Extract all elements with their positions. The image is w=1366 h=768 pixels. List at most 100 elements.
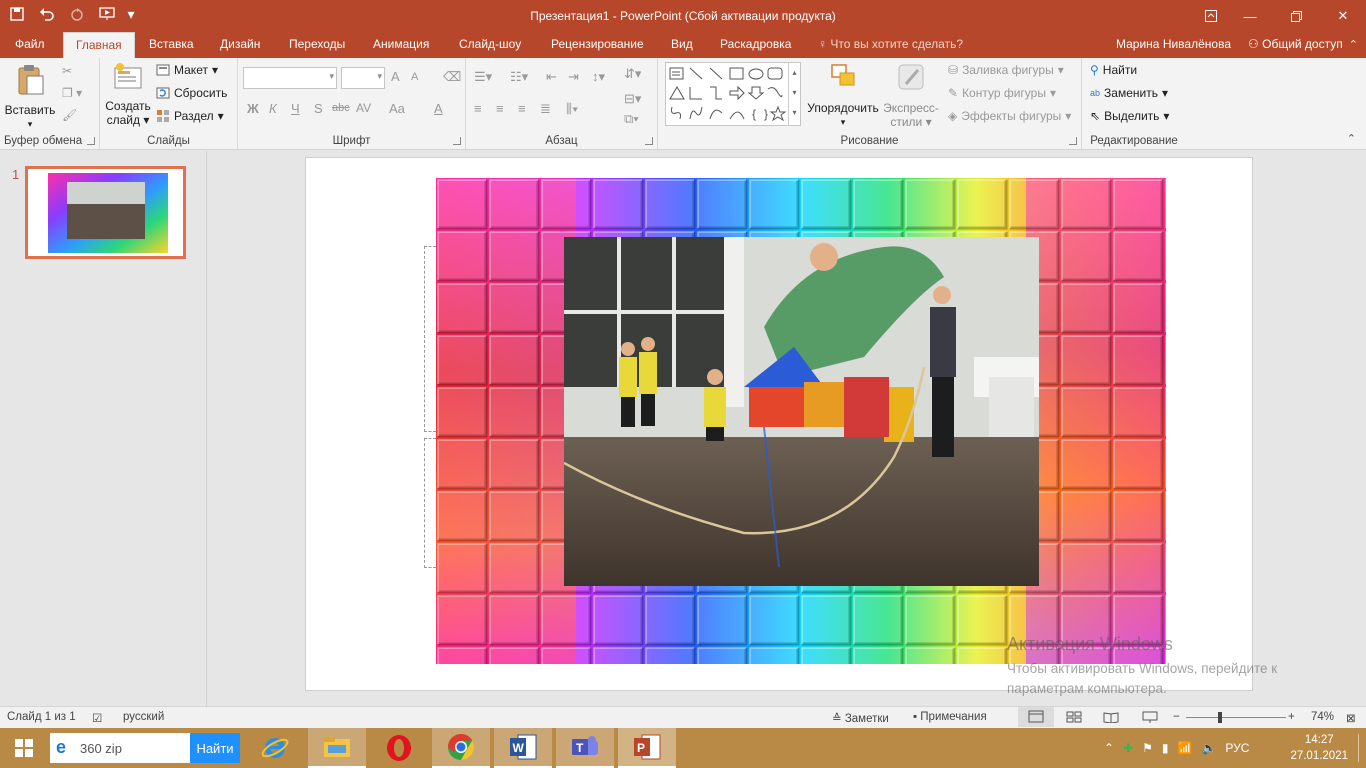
font-name-box[interactable]: ▾ — [243, 67, 337, 89]
text-direction-icon[interactable]: ⇵▾ — [624, 66, 641, 82]
tab-animations[interactable]: Анимация — [361, 32, 441, 58]
clipboard-launcher-icon[interactable] — [87, 137, 95, 145]
paste-button[interactable]: Вставить ▾ — [4, 64, 56, 131]
tell-me-box[interactable]: ♀ Что вы хотите сделать? — [818, 37, 963, 51]
file-explorer-icon[interactable] — [308, 728, 366, 768]
clear-formatting-icon[interactable]: ⌫ — [443, 69, 461, 85]
align-text-icon[interactable]: ⊟▾ — [624, 91, 641, 107]
slide-thumbnail[interactable] — [25, 166, 186, 259]
justify-icon[interactable]: ≣ — [540, 101, 551, 117]
slide-sorter-icon[interactable] — [1066, 711, 1082, 726]
zoom-out-button[interactable]: − — [1173, 711, 1180, 723]
taskbar-clock[interactable]: 14:27 27.01.2021 — [1290, 732, 1348, 764]
shadow-button[interactable]: S — [314, 101, 323, 116]
font-size-box[interactable]: ▾ — [341, 67, 385, 89]
360-security-icon[interactable]: ✚ — [1123, 741, 1133, 755]
kindergarten-photo[interactable] — [564, 237, 1039, 586]
shapes-gallery[interactable]: { } ▴ ▾ ▾ — [665, 62, 801, 126]
char-spacing-button[interactable]: AV — [356, 101, 371, 115]
new-slide-button[interactable]: Создать слайд ▾ — [104, 62, 152, 127]
zoom-slider-thumb[interactable] — [1218, 712, 1222, 723]
drawing-launcher-icon[interactable] — [1069, 137, 1077, 145]
replace-button[interactable]: ab Заменить ▾ — [1090, 86, 1168, 100]
change-case-button[interactable]: Aa — [389, 101, 405, 116]
powerpoint-icon[interactable]: P — [618, 728, 676, 768]
opera-icon[interactable] — [370, 728, 428, 768]
decrease-indent-icon[interactable]: ⇤ — [546, 69, 557, 85]
collapse-ribbon-icon[interactable]: ⌃ — [1349, 38, 1358, 51]
line-spacing-icon[interactable]: ↕▾ — [592, 69, 605, 85]
teams-icon[interactable]: T — [556, 728, 614, 768]
network-icon[interactable]: 📶 — [1178, 741, 1193, 755]
show-desktop-button[interactable] — [1358, 734, 1364, 762]
paragraph-launcher-icon[interactable] — [645, 137, 653, 145]
shape-effects-button[interactable]: ◈ Эффекты фигуры ▾ — [948, 109, 1071, 123]
tab-insert[interactable]: Вставка — [137, 32, 206, 58]
show-hidden-icons-icon[interactable]: ⌃ — [1104, 741, 1114, 755]
font-launcher-icon[interactable] — [453, 137, 461, 145]
zoom-level[interactable]: 74% — [1311, 711, 1334, 723]
tab-file[interactable]: Файл — [3, 32, 57, 58]
slideshow-view-icon[interactable] — [1142, 711, 1158, 726]
numbering-icon[interactable]: ☷▾ — [510, 69, 528, 85]
tab-transitions[interactable]: Переходы — [277, 32, 357, 58]
cut-icon[interactable]: ✂ — [62, 64, 72, 78]
user-name[interactable]: Марина Нивалёнова — [1116, 37, 1231, 51]
bold-button[interactable]: Ж — [247, 101, 259, 116]
underline-button[interactable]: Ч — [291, 101, 300, 116]
format-painter-icon[interactable]: 🖌 — [62, 108, 77, 122]
strikethrough-button[interactable]: abc — [332, 102, 350, 114]
internet-explorer-icon[interactable] — [246, 728, 304, 768]
tab-home[interactable]: Главная — [63, 32, 135, 58]
spelling-check-icon[interactable]: ☑ — [92, 711, 102, 725]
zoom-slider[interactable] — [1186, 717, 1286, 718]
align-left-icon[interactable]: ≡ — [474, 101, 482, 116]
ribbon-display-icon[interactable] — [1196, 0, 1226, 32]
layout-button[interactable]: Макет ▾ — [156, 63, 218, 77]
title-placeholder-edge[interactable] — [424, 246, 436, 432]
comments-button[interactable]: ▪ Примечания — [913, 711, 987, 723]
tab-design[interactable]: Дизайн — [208, 32, 272, 58]
tab-view[interactable]: Вид — [659, 32, 705, 58]
select-button[interactable]: ⇖ Выделить ▾ — [1090, 109, 1169, 123]
tab-storyboard[interactable]: Раскадровка — [708, 32, 803, 58]
subtitle-placeholder-edge[interactable] — [424, 438, 436, 568]
reading-view-icon[interactable] — [1103, 711, 1119, 726]
arrange-button[interactable]: Упорядочить ▾ — [806, 62, 880, 129]
italic-button[interactable]: К — [269, 101, 277, 116]
volume-icon[interactable]: 🔈 — [1201, 741, 1216, 755]
copy-icon[interactable]: ❐ ▾ — [62, 86, 82, 100]
zoom-in-button[interactable]: + — [1288, 711, 1295, 723]
collapse-ribbon-caret-icon[interactable]: ⌃ — [1347, 132, 1356, 145]
shape-fill-button[interactable]: ⛁ Заливка фигуры ▾ — [948, 63, 1064, 77]
reset-button[interactable]: Сбросить — [156, 86, 227, 100]
quick-styles-button[interactable]: Экспресс- стили ▾ — [880, 62, 942, 129]
shrink-font-icon[interactable]: A — [411, 71, 418, 83]
word-icon[interactable]: W — [494, 728, 552, 768]
rainbow-cubes-frame[interactable] — [436, 178, 1166, 664]
slide-canvas[interactable] — [305, 157, 1253, 691]
tab-slideshow[interactable]: Слайд-шоу — [447, 32, 533, 58]
fit-to-window-icon[interactable]: ⊠ — [1346, 711, 1356, 725]
bullets-icon[interactable]: ☰▾ — [474, 69, 492, 85]
find-button[interactable]: ⚲ Найти — [1090, 63, 1137, 77]
taskbar-search-button[interactable]: Найти — [190, 733, 240, 763]
taskbar-search-input[interactable]: e 360 zip — [50, 733, 190, 763]
columns-icon[interactable]: ⫼▾ — [566, 101, 578, 117]
chrome-icon[interactable] — [432, 728, 490, 768]
notes-button[interactable]: ≙ Заметки — [832, 711, 889, 725]
share-button[interactable]: ⚇ Общий доступ — [1248, 37, 1343, 51]
increase-indent-icon[interactable]: ⇥ — [568, 69, 579, 85]
close-icon[interactable]: ✕ — [1320, 0, 1366, 32]
grow-font-icon[interactable]: A — [391, 69, 400, 84]
shape-outline-button[interactable]: ✎ Контур фигуры ▾ — [948, 86, 1056, 100]
flag-icon[interactable]: ⚑ — [1142, 741, 1153, 755]
normal-view-icon[interactable] — [1018, 707, 1054, 727]
start-button[interactable] — [0, 728, 48, 768]
smartart-icon[interactable]: ⧉▾ — [624, 111, 639, 127]
tab-review[interactable]: Рецензирование — [539, 32, 656, 58]
restore-icon[interactable] — [1274, 0, 1318, 32]
font-color-button[interactable]: A — [434, 101, 443, 116]
language-indicator[interactable]: русский — [123, 711, 164, 723]
input-language[interactable]: РУС — [1225, 741, 1249, 755]
